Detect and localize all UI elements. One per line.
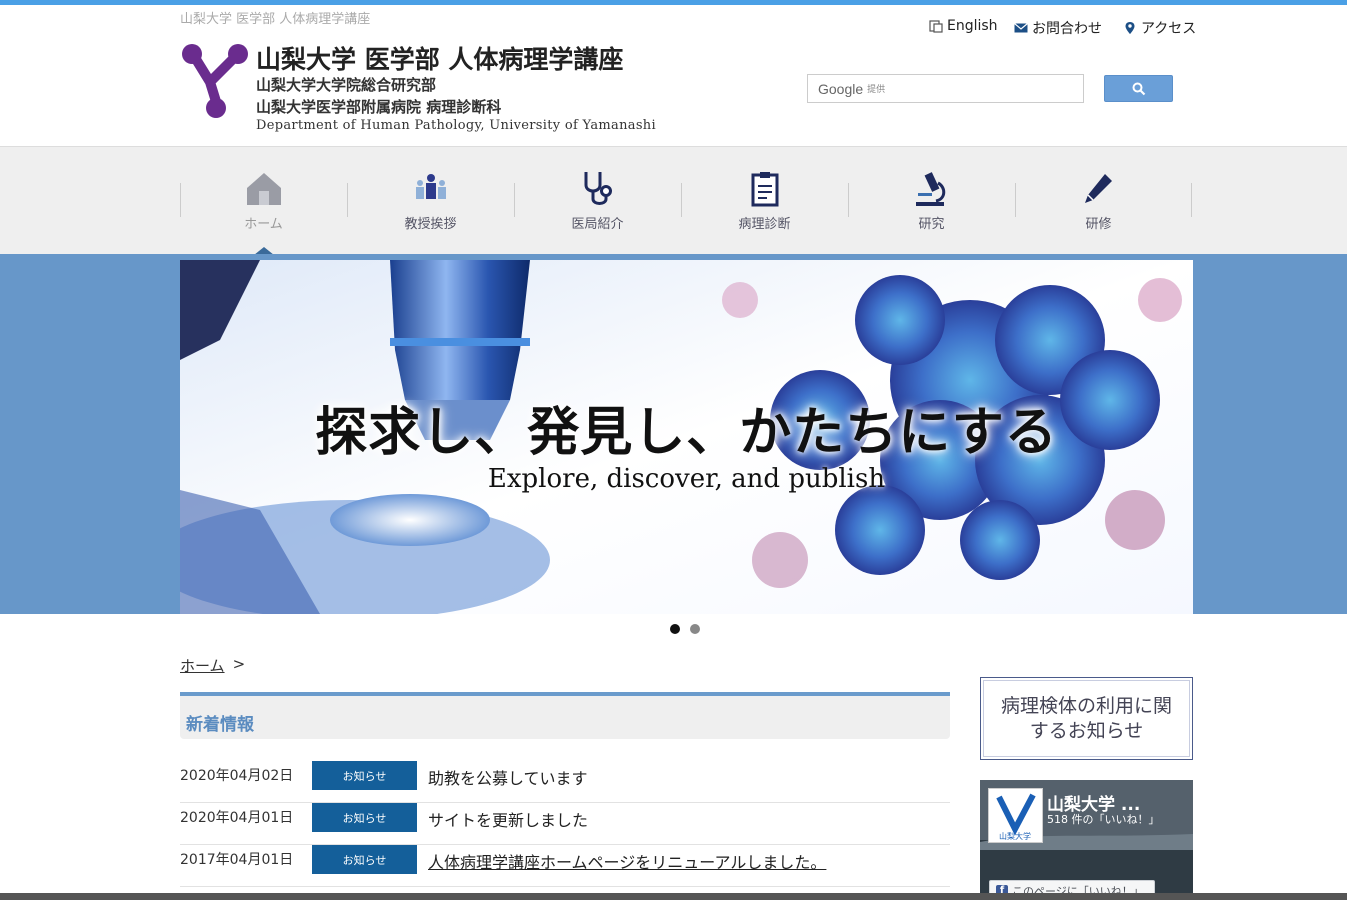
search-brand: Google (818, 80, 864, 97)
stethoscope-icon (584, 172, 612, 205)
news-title-link[interactable]: 人体病理学講座ホームページをリニューアルしました。 (428, 849, 826, 873)
search-button[interactable] (1104, 75, 1173, 102)
news-date: 2020年04月02日 (180, 768, 294, 784)
slide-indicators (670, 624, 700, 634)
nav-item-home[interactable]: ホーム (180, 147, 347, 255)
nav-item-training[interactable]: 研修 (1015, 147, 1182, 255)
news-category-badge[interactable]: お知らせ (312, 803, 417, 832)
nav-label-diagnosis: 病理診断 (738, 217, 791, 232)
main-nav: ホーム 教授挨拶 医局紹介 病理診断 研究 研修 (0, 146, 1347, 255)
slide-dot-1[interactable] (670, 624, 680, 634)
search-icon (1132, 82, 1145, 95)
nav-item-greeting[interactable]: 教授挨拶 (347, 147, 514, 255)
nav-item-department[interactable]: 医局紹介 (514, 147, 681, 255)
nav-label-greeting: 教授挨拶 (404, 217, 457, 232)
site-title-en: Department of Human Pathology, Universit… (256, 118, 656, 133)
nav-label-training: 研修 (1085, 217, 1112, 232)
breadcrumb: ホーム > (180, 655, 245, 676)
site-title[interactable]: 山梨大学 医学部 人体病理学講座 (256, 40, 623, 76)
people-icon (415, 174, 446, 199)
hero-subtitle: Explore, discover, and publish (487, 464, 886, 494)
univ-v-icon: 山梨大学 (996, 793, 1036, 841)
search-input[interactable]: Google 提供 (807, 74, 1084, 103)
news-heading-box: 新着情報 (180, 692, 950, 739)
logo-y-icon (182, 44, 248, 118)
news-date: 2020年04月01日 (180, 810, 294, 826)
nav-label-research: 研究 (918, 217, 945, 232)
yamanashi-univ-logo: 山梨大学 (988, 788, 1043, 843)
language-icon (929, 20, 943, 33)
english-link-label: English (947, 18, 998, 34)
header-tagline: 山梨大学 医学部 人体病理学講座 (180, 12, 371, 27)
clipboard-icon (751, 172, 778, 207)
access-link[interactable]: アクセス (1123, 18, 1196, 38)
breadcrumb-home[interactable]: ホーム (180, 655, 225, 676)
access-link-label: アクセス (1141, 21, 1197, 37)
map-pin-icon (1125, 22, 1135, 34)
window-bottom-bar (0, 893, 1347, 900)
contact-link-label: お問合わせ (1032, 21, 1102, 37)
microscope-icon (915, 172, 945, 206)
news-item: 2020年04月02日 お知らせ 助教を公募しています (180, 761, 950, 803)
breadcrumb-separator: > (232, 655, 246, 673)
contact-link[interactable]: お問合わせ (1014, 18, 1102, 38)
news-title[interactable]: サイトを更新しました (428, 807, 588, 831)
specimen-notice-banner[interactable]: 病理検体の利用に関するお知らせ (980, 677, 1193, 760)
pencil-icon (1084, 174, 1112, 203)
slide-dot-2[interactable] (690, 624, 700, 634)
home-icon (246, 173, 281, 205)
news-category-badge[interactable]: お知らせ (312, 761, 417, 790)
news-item: 2017年04月01日 お知らせ 人体病理学講座ホームページをリニューアルしまし… (180, 845, 950, 887)
nav-label-department: 医局紹介 (571, 217, 624, 232)
specimen-notice-text: 病理検体の利用に関するお知らせ (1000, 694, 1172, 742)
news-heading: 新着情報 (186, 715, 254, 735)
university-logo[interactable] (180, 42, 250, 120)
hero-title: 探求し、発見し、かたちにする (315, 402, 1058, 463)
nav-label-home: ホーム (244, 217, 283, 232)
mail-icon (1014, 23, 1028, 33)
facebook-like-count: 518 件の「いいね！」 (1047, 813, 1160, 826)
site-subtitle-1: 山梨大学大学院総合研究部 (256, 76, 437, 94)
news-category-badge[interactable]: お知らせ (312, 845, 417, 874)
nav-item-research[interactable]: 研究 (848, 147, 1015, 255)
english-link[interactable]: English (929, 18, 998, 34)
nav-item-diagnosis[interactable]: 病理診断 (681, 147, 848, 255)
search-provided-by: 提供 (867, 85, 886, 95)
top-accent-bar (0, 0, 1347, 5)
news-date: 2017年04月01日 (180, 852, 294, 868)
site-subtitle-2: 山梨大学医学部附属病院 病理診断科 (256, 98, 502, 116)
hero-slideshow[interactable]: 探求し、発見し、かたちにする Explore, discover, and pu… (180, 260, 1193, 614)
logo-caption: 山梨大学 (999, 831, 1031, 841)
news-item: 2020年04月01日 お知らせ サイトを更新しました (180, 803, 950, 845)
facebook-widget[interactable]: 山梨大学 山梨大学 ... 518 件の「いいね！」 f このページに「いいね！… (980, 780, 1193, 900)
news-title[interactable]: 助教を公募しています (428, 765, 588, 789)
nav-separator (1191, 183, 1192, 217)
